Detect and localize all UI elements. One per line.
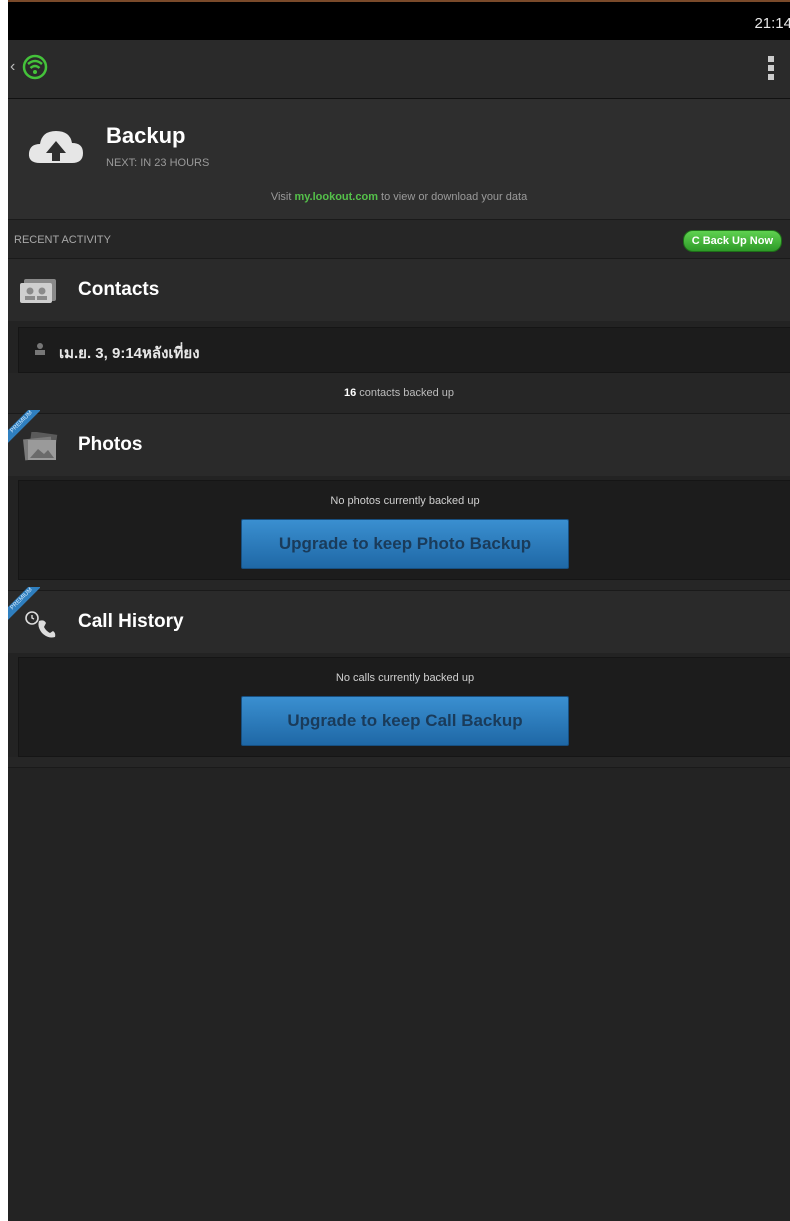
photos-title: Photos	[78, 434, 143, 455]
lookout-logo-icon[interactable]	[22, 54, 48, 85]
visit-text: Visit my.lookout.com to view or download…	[8, 191, 790, 203]
upgrade-call-backup-button[interactable]: Upgrade to keep Call Backup	[241, 696, 569, 746]
photos-card: No photos currently backed up Upgrade to…	[18, 480, 790, 580]
call-history-title: Call History	[78, 611, 184, 632]
contacts-count: 16 contacts backed up	[8, 373, 790, 414]
app-screen: 21:14 ‹ Backup NEXT: IN 23 HOURS Visit m…	[8, 0, 790, 1221]
cloud-upload-icon	[26, 125, 86, 174]
contacts-backup-date-row[interactable]: เม.ย. 3, 9:14หลังเที่ยง	[18, 327, 790, 373]
action-bar: ‹	[8, 40, 790, 99]
section-divider	[8, 757, 790, 768]
overflow-menu-icon[interactable]	[768, 56, 776, 83]
call-history-section-header: PREMIUM Call History	[8, 587, 790, 653]
calls-card: No calls currently backed up Upgrade to …	[18, 657, 790, 757]
contacts-count-suffix: contacts backed up	[356, 387, 455, 399]
photos-empty-message: No photos currently backed up	[330, 495, 480, 507]
backup-header: Backup NEXT: IN 23 HOURS Visit my.lookou…	[8, 99, 790, 220]
photos-section-header: PREMIUM Photos	[8, 410, 790, 476]
calls-empty-message: No calls currently backed up	[335, 672, 475, 684]
section-divider	[8, 580, 790, 591]
contacts-section-header: Contacts	[8, 259, 790, 321]
visit-prefix: Visit	[270, 191, 295, 203]
upgrade-photo-backup-button[interactable]: Upgrade to keep Photo Backup	[241, 519, 569, 569]
back-up-now-button[interactable]: C Back Up Now	[682, 230, 782, 252]
status-bar: 21:14	[8, 0, 790, 40]
contacts-title: Contacts	[78, 279, 160, 300]
contacts-icon	[20, 277, 60, 308]
contacts-backup-date: เม.ย. 3, 9:14หลังเที่ยง	[59, 345, 200, 362]
lookout-link[interactable]: my.lookout.com	[294, 191, 378, 203]
page-title: Backup	[106, 123, 186, 148]
recent-activity-bar: RECENT ACTIVITY C Back Up Now	[8, 220, 790, 259]
next-backup-label: NEXT: IN 23 HOURS	[106, 157, 210, 169]
person-icon	[33, 342, 47, 361]
status-clock: 21:14	[754, 15, 790, 32]
photos-icon	[20, 431, 64, 467]
contacts-count-number: 16	[343, 387, 357, 399]
back-arrow-icon[interactable]: ‹	[10, 58, 15, 76]
visit-suffix: to view or download your data	[377, 191, 528, 203]
recent-activity-label: RECENT ACTIVITY	[14, 234, 111, 246]
call-history-icon	[20, 609, 60, 644]
